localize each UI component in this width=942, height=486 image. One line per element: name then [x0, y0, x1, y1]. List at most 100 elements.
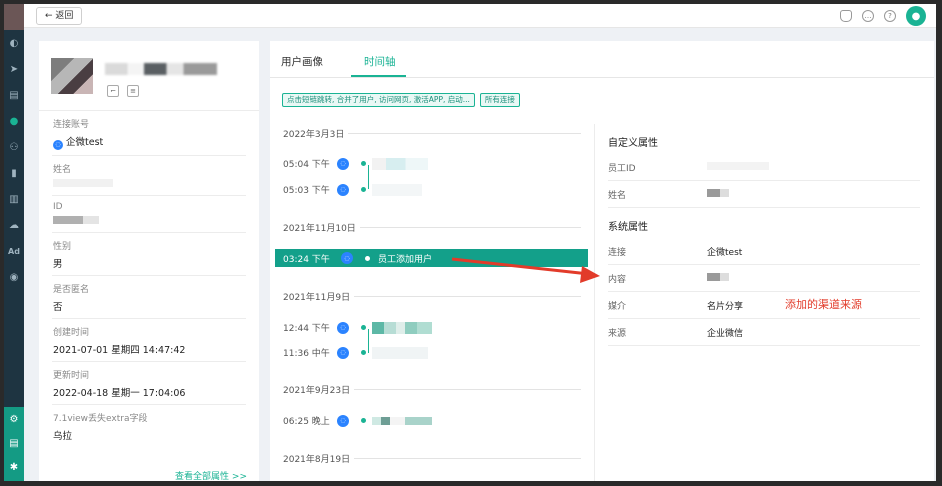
- list-icon[interactable]: ≡: [127, 85, 139, 97]
- attr-row: 来源 企业微信: [608, 319, 920, 346]
- message-icon[interactable]: …: [862, 10, 874, 22]
- field-gender: 性别 男: [52, 233, 246, 276]
- ad-icon[interactable]: Ad: [4, 238, 24, 264]
- profile-header-icons: ⌐ ≡: [107, 85, 139, 97]
- attr-value: 企业微信: [707, 328, 744, 339]
- event-time: 03:24 下午: [283, 254, 330, 265]
- date-label: 2021年11月9日: [283, 293, 351, 303]
- timeline-event-selected[interactable]: 03:24 下午 ◌ 员工添加用户: [275, 249, 588, 267]
- top-icons: … ? ●: [840, 4, 926, 28]
- help-icon[interactable]: ?: [884, 10, 896, 22]
- attr-key: 连接: [608, 247, 627, 258]
- profile-card: ⌐ ≡ 连接账号 ◌ 企微test 姓名 ID 性别 男 是否匿名 否 创建时间 …: [39, 41, 259, 481]
- event-label: 员工添加用户: [378, 254, 433, 265]
- attr-row: 连接 企微test: [608, 238, 920, 265]
- table-icon[interactable]: ▤: [4, 82, 24, 108]
- redacted-event: [372, 416, 432, 425]
- bell-icon[interactable]: [840, 10, 852, 22]
- users-icon[interactable]: ⚇: [4, 134, 24, 160]
- attr-value: [707, 161, 769, 173]
- timeline-event[interactable]: 06:25 晚上 ◌: [283, 414, 432, 427]
- app-window: ◐ ➤ ▤ ● ⚇ ▮ ▥ ☁ Ad ◉ ⚙ ▤ ✱ ← 返回 … ? ● ⌐: [0, 0, 942, 486]
- connection-filter-chip[interactable]: 所有连接: [479, 93, 520, 107]
- avatar: [51, 58, 93, 94]
- timeline-date: 2021年9月23日: [283, 383, 581, 396]
- timeline-event[interactable]: 12:44 下午 ◌: [283, 321, 432, 334]
- field-value: 2022-04-18 星期一 17:04:06: [53, 388, 186, 399]
- attr-key: 员工ID: [608, 163, 636, 174]
- timeline-event[interactable]: 05:04 下午 ◌: [283, 157, 428, 170]
- event-time: 12:44 下午: [283, 324, 330, 334]
- tab-user-profile[interactable]: 用户画像: [281, 54, 323, 69]
- field-name: 姓名: [52, 156, 246, 196]
- timeline-date: 2021年11月10日: [283, 221, 581, 234]
- tab-bar: 用户画像 时间轴: [270, 41, 934, 78]
- field-label: 连接账号: [53, 120, 90, 130]
- panel-divider: [594, 124, 595, 481]
- user-avatar[interactable]: ●: [906, 6, 926, 26]
- chat-icon: ◌: [337, 321, 349, 334]
- field-label: 7.1view丢失extra字段: [53, 414, 148, 424]
- field-label: 是否匿名: [53, 285, 90, 295]
- chart-icon[interactable]: ▥: [4, 186, 24, 212]
- annotation-text: 添加的渠道来源: [785, 298, 862, 311]
- field-value: ◌ 企微test: [53, 134, 246, 150]
- attr-value: 企微test: [707, 247, 743, 258]
- tag-icon[interactable]: ⌐: [107, 85, 119, 97]
- event-dot: [361, 418, 366, 423]
- redacted-event: [372, 321, 432, 334]
- attr-key: 姓名: [608, 190, 627, 201]
- date-label: 2021年8月19日: [283, 455, 351, 465]
- redacted-event: [372, 346, 428, 359]
- dashboard-icon[interactable]: ◐: [4, 30, 24, 56]
- event-time: 11:36 中午: [283, 349, 330, 359]
- field-updated-time: 更新时间 2022-04-18 星期一 17:04:06: [52, 362, 246, 405]
- event-filter-chip[interactable]: 点击短链跳转, 合并了用户, 访问网页, 激活APP, 启动...: [282, 93, 475, 107]
- event-time: 05:04 下午: [283, 160, 330, 170]
- wechat-icon[interactable]: ☁: [4, 212, 24, 238]
- redacted-value: [53, 216, 99, 224]
- user-icon[interactable]: ●: [4, 108, 24, 134]
- attr-row: 内容: [608, 265, 920, 292]
- app-logo: [4, 4, 24, 30]
- gear-icon[interactable]: ✱: [4, 455, 24, 479]
- field-id: ID: [52, 196, 246, 233]
- date-divider: [354, 296, 581, 297]
- view-all-attributes-link[interactable]: 查看全部属性 >>: [175, 469, 247, 481]
- target-icon[interactable]: ◉: [4, 264, 24, 290]
- field-label: ID: [53, 202, 63, 212]
- field-value: 乌拉: [53, 431, 73, 442]
- chat-icon: ◌: [337, 157, 349, 170]
- timeline-event[interactable]: 05:03 下午 ◌: [283, 183, 422, 196]
- field-label: 姓名: [53, 165, 72, 175]
- bookmark-icon[interactable]: ▮: [4, 160, 24, 186]
- connect-account-value: 企微test: [66, 137, 104, 148]
- event-attributes: 自定义属性 员工ID 姓名 系统属性 连接 企微test 内容 媒介 名片分享: [608, 129, 920, 346]
- field-value: 否: [53, 302, 63, 313]
- event-time: 06:25 晚上: [283, 417, 330, 427]
- field-value: [53, 179, 246, 190]
- field-anonymous: 是否匿名 否: [52, 276, 246, 319]
- attr-key: 内容: [608, 274, 627, 285]
- active-tab-indicator: [351, 75, 406, 77]
- field-value: [53, 216, 246, 227]
- settings-icon[interactable]: ⚙: [4, 407, 24, 431]
- profile-name-redacted: [105, 63, 217, 75]
- redacted-value: [707, 272, 729, 281]
- wecom-icon: ◌: [53, 140, 63, 150]
- filter-chips: 点击短链跳转, 合并了用户, 访问网页, 激活APP, 启动... 所有连接: [282, 93, 520, 107]
- tab-timeline[interactable]: 时间轴: [364, 54, 396, 69]
- timeline-date: 2022年3月3日: [283, 127, 581, 140]
- date-divider: [359, 227, 581, 228]
- send-icon[interactable]: ➤: [4, 56, 24, 82]
- field-label: 创建时间: [53, 328, 90, 338]
- document-icon[interactable]: ▤: [4, 431, 24, 455]
- back-button[interactable]: ← 返回: [36, 7, 83, 25]
- field-value: 男: [53, 259, 63, 270]
- timeline-event[interactable]: 11:36 中午 ◌: [283, 346, 428, 359]
- event-dot: [361, 350, 366, 355]
- date-label: 2021年9月23日: [283, 386, 351, 396]
- field-value: 2021-07-01 星期四 14:47:42: [53, 345, 186, 356]
- timeline-date: 2021年8月19日: [283, 452, 581, 465]
- date-divider: [348, 133, 581, 134]
